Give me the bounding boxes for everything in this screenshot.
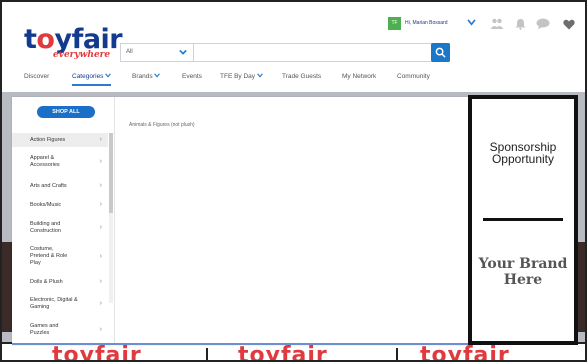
background-logo-strip: toyfair toyfair toyfair	[2, 342, 585, 362]
nav-discover[interactable]: Discover	[24, 73, 49, 80]
nav-events[interactable]: Events	[182, 73, 202, 80]
chevron-right-icon: ›	[99, 278, 102, 285]
toyfair-logo[interactable]: toyfair everywhere	[24, 26, 123, 70]
category-label: Dolls & Plush	[30, 279, 63, 285]
sponsor-brand-text: Your Brand Here	[478, 256, 568, 288]
category-item[interactable]: Books/Music ›	[12, 200, 108, 212]
sponsorship-ad[interactable]: Sponsorship Opportunity Your Brand Here	[468, 95, 578, 345]
nav-categories-label: Categories	[72, 73, 104, 80]
category-item[interactable]: Games and Puzzles ›	[12, 321, 108, 339]
chevron-down-icon	[154, 73, 161, 78]
chevron-down-icon	[179, 49, 187, 55]
nav-my-network[interactable]: My Network	[342, 73, 376, 80]
chevron-down-icon	[105, 73, 112, 78]
nav-brands-label: Brands	[132, 73, 153, 80]
nav-brands[interactable]: Brands	[132, 73, 161, 80]
category-label: Games and Puzzles	[30, 323, 59, 336]
nav-categories[interactable]: Categories	[72, 73, 112, 80]
background-logo: toyfair	[420, 343, 510, 362]
chat-icon[interactable]	[536, 17, 550, 35]
category-label: Building and Construction	[30, 221, 61, 234]
active-nav-indicator	[72, 84, 111, 86]
app-frame: toyfair everywhere All TF Hi, Marian Bos…	[0, 0, 587, 362]
user-greeting: Hi, Marian Bossard	[405, 20, 448, 26]
nav-community[interactable]: Community	[397, 73, 430, 80]
chevron-right-icon: ›	[99, 253, 102, 260]
divider	[483, 218, 563, 221]
chevron-right-icon: ›	[99, 136, 102, 143]
subcategory-link[interactable]: Animals & Figures (not plush)	[129, 122, 195, 128]
category-label: Books/Music	[30, 202, 62, 208]
category-item[interactable]: Arts and Crafts ›	[12, 181, 108, 193]
chevron-right-icon: ›	[99, 326, 102, 333]
category-item[interactable]: Dolls & Plush ›	[12, 277, 108, 289]
categories-mega-menu: SHOP ALL Action Figures › Apparel & Acces…	[12, 97, 468, 345]
search-button[interactable]	[431, 43, 450, 62]
category-list: SHOP ALL Action Figures › Apparel & Acces…	[12, 97, 115, 345]
scrollbar-thumb[interactable]	[109, 133, 113, 213]
chevron-right-icon: ›	[99, 158, 102, 165]
category-item[interactable]: Electronic, Digital & Gaming ›	[12, 295, 108, 313]
divider	[396, 348, 398, 360]
category-item[interactable]: Costume, Pretend & Role Play ›	[12, 245, 108, 269]
background-logo: toyfair	[238, 343, 328, 362]
background-logo: toyfair	[52, 343, 142, 362]
bell-icon[interactable]	[515, 17, 526, 35]
menu-bottom-border	[12, 343, 468, 345]
heart-icon[interactable]	[563, 17, 575, 35]
category-item[interactable]: Building and Construction ›	[12, 219, 108, 237]
search-input[interactable]	[195, 44, 429, 61]
nav-trade-guests[interactable]: Trade Guests	[282, 73, 321, 80]
search-category-select[interactable]: All	[121, 44, 194, 61]
chevron-down-icon	[467, 19, 476, 26]
category-label: Action Figures	[30, 137, 66, 143]
chevron-right-icon: ›	[99, 201, 102, 208]
category-label: Apparel & Accessories	[30, 155, 60, 168]
category-item[interactable]: Action Figures ›	[12, 133, 108, 147]
header: toyfair everywhere All TF Hi, Marian Bos…	[2, 2, 585, 92]
avatar: TF	[388, 17, 401, 30]
chevron-down-icon	[256, 73, 263, 78]
search-category-value: All	[126, 49, 133, 55]
divider	[206, 348, 208, 360]
category-item[interactable]: Apparel & Accessories ›	[12, 153, 108, 171]
category-scrollbar[interactable]	[109, 133, 113, 303]
chevron-right-icon: ›	[99, 300, 102, 307]
logo-tagline: everywhere	[53, 50, 111, 60]
category-label: Electronic, Digital & Gaming	[30, 297, 78, 310]
nav-tfe-by-day[interactable]: TFE By Day	[220, 73, 263, 80]
nav-tfe-by-day-label: TFE By Day	[220, 73, 256, 80]
shop-all-button[interactable]: SHOP ALL	[37, 106, 95, 118]
chevron-right-icon: ›	[99, 182, 102, 189]
people-icon[interactable]	[490, 17, 504, 35]
chevron-right-icon: ›	[99, 224, 102, 231]
search-bar: All	[120, 43, 450, 62]
sponsor-title: Sponsorship Opportunity	[489, 140, 557, 166]
category-label: Costume, Pretend & Role Play	[30, 246, 68, 266]
category-label: Arts and Crafts	[30, 183, 67, 189]
search-icon	[435, 47, 446, 58]
